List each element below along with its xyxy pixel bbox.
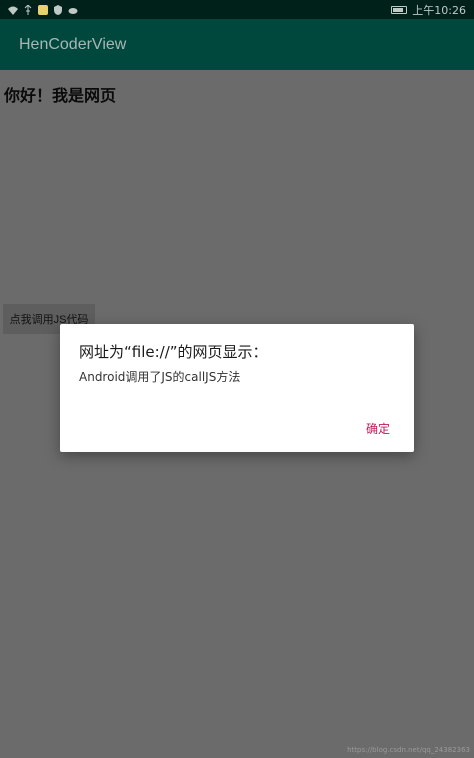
status-icons-right: 上午10:26: [391, 2, 466, 18]
app-bar: HenCoderView: [0, 19, 474, 70]
cloud-icon: [68, 5, 78, 15]
wifi-icon: [8, 5, 18, 15]
watermark: https://blog.csdn.net/qq_24382363: [347, 746, 470, 754]
status-time: 上午10:26: [412, 3, 466, 17]
dialog-title: 网址为“file://”的网页显示：: [79, 343, 268, 361]
webpage-heading: 你好！我是网页: [4, 86, 117, 105]
status-bar: 上午10:26: [0, 0, 474, 19]
notification-icon: [38, 4, 48, 15]
alert-dialog: 网址为“file://”的网页显示： Android调用了JS的callJS方法…: [60, 324, 414, 452]
shield-icon: [53, 4, 63, 15]
usb-icon: [23, 3, 33, 15]
status-icons-left: [8, 3, 78, 15]
battery-icon: [391, 5, 408, 14]
app-title: HenCoderView: [19, 35, 127, 53]
ok-button[interactable]: 确定: [366, 420, 390, 437]
dialog-message: Android调用了JS的callJS方法: [79, 370, 241, 384]
